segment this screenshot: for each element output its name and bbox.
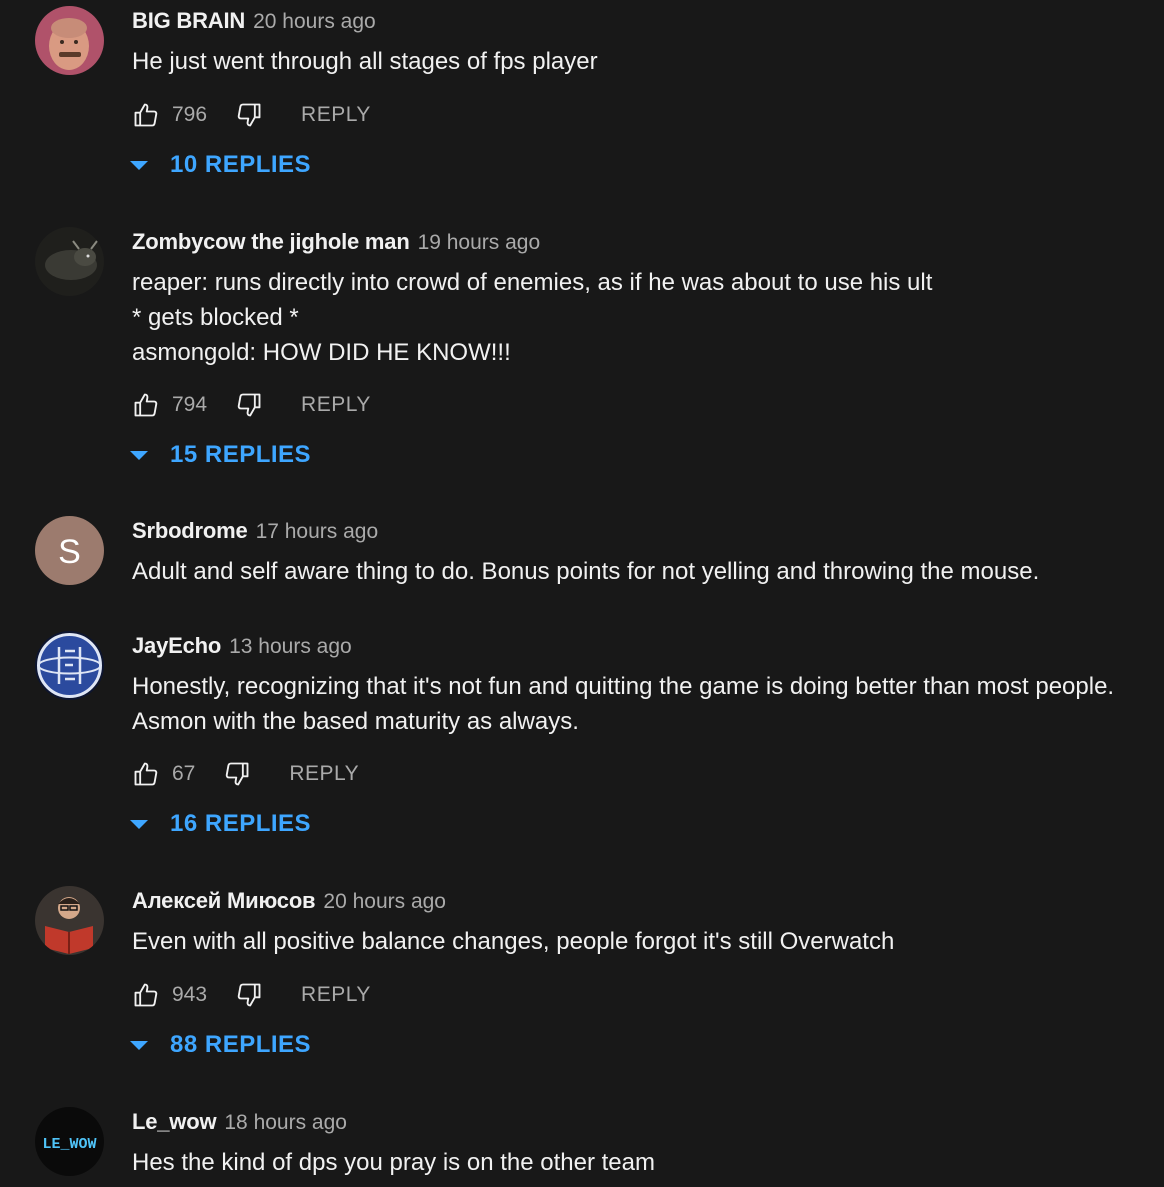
dislike-button[interactable] — [235, 391, 263, 419]
avatar[interactable]: LE_WOW — [35, 1107, 104, 1176]
like-button[interactable] — [132, 760, 160, 788]
comment-actions: 67 REPLY — [132, 759, 359, 789]
comment-actions: 943 REPLY — [132, 980, 371, 1010]
avatar-logo-text: LE_WOW — [42, 1136, 96, 1153]
replies-label: 10 REPLIES — [170, 151, 312, 178]
thumbs-down-icon — [237, 393, 261, 417]
comment-line: Adult and self aware thing to do. Bonus … — [132, 558, 1040, 585]
comment-text: reaper: runs directly into crowd of enem… — [132, 265, 932, 370]
comment-timestamp[interactable]: 13 hours ago — [229, 635, 352, 659]
like-count: 796 — [172, 103, 208, 126]
reply-button[interactable]: REPLY — [301, 103, 371, 127]
author-name[interactable]: Srbodrome — [132, 518, 248, 544]
thumbs-up-icon — [134, 762, 158, 786]
comment-text: Adult and self aware thing to do. Bonus … — [132, 554, 1039, 589]
author-name[interactable]: BIG BRAIN — [132, 8, 245, 34]
thumbs-down-icon — [237, 103, 261, 127]
comment-timestamp[interactable]: 17 hours ago — [256, 520, 379, 544]
like-button[interactable] — [132, 981, 160, 1009]
dislike-button[interactable] — [223, 760, 251, 788]
comment-actions: 796 REPLY — [132, 100, 371, 130]
avatar[interactable] — [35, 886, 104, 955]
comment-text: He just went through all stages of fps p… — [132, 44, 598, 79]
reply-button[interactable]: REPLY — [289, 762, 359, 786]
replies-label: 88 REPLIES — [170, 1031, 312, 1058]
caret-down-icon — [130, 819, 148, 829]
like-button[interactable] — [132, 391, 160, 419]
thumbs-up-icon — [134, 103, 158, 127]
replies-label: 16 REPLIES — [170, 810, 312, 837]
dislike-button[interactable] — [235, 101, 263, 129]
dislike-button[interactable] — [235, 981, 263, 1009]
reply-button[interactable]: REPLY — [301, 393, 371, 417]
avatar[interactable] — [35, 227, 104, 296]
avatar[interactable]: S — [35, 516, 104, 585]
caret-down-icon — [130, 450, 148, 460]
view-replies-button[interactable]: 16 REPLIES — [130, 809, 311, 839]
thumbs-up-icon — [134, 983, 158, 1007]
comment-line: Hes the kind of dps you pray is on the o… — [132, 1149, 655, 1176]
comment-timestamp[interactable]: 20 hours ago — [323, 890, 446, 914]
comment-line: He just went through all stages of fps p… — [132, 48, 598, 75]
thumbs-up-icon — [134, 393, 158, 417]
comment-line: asmongold: HOW DID HE KNOW!!! — [132, 339, 511, 366]
author-name[interactable]: Le_wow — [132, 1109, 217, 1135]
author-name[interactable]: Алексей Миюсов — [132, 888, 316, 914]
reply-button[interactable]: REPLY — [301, 983, 371, 1007]
caret-down-icon — [130, 160, 148, 170]
comment-timestamp[interactable]: 20 hours ago — [253, 10, 376, 34]
view-replies-button[interactable]: 15 REPLIES — [130, 440, 311, 470]
like-count: 67 — [172, 762, 196, 785]
view-replies-button[interactable]: 10 REPLIES — [130, 150, 311, 180]
author-name[interactable]: Zombycow the jighole man — [132, 229, 410, 255]
comment-text: Hes the kind of dps you pray is on the o… — [132, 1145, 655, 1180]
comment-timestamp[interactable]: 18 hours ago — [224, 1111, 347, 1135]
view-replies-button[interactable]: 88 REPLIES — [130, 1030, 311, 1060]
comment-line: Even with all positive balance changes, … — [132, 928, 895, 955]
comment-line: Asmon with the based maturity as always. — [132, 708, 579, 735]
caret-down-icon — [130, 1040, 148, 1050]
author-name[interactable]: JayEcho — [132, 633, 221, 659]
avatar[interactable] — [35, 6, 104, 75]
comment-text: Even with all positive balance changes, … — [132, 924, 894, 959]
comment-line: reaper: runs directly into crowd of enem… — [132, 269, 933, 296]
comment-line: Honestly, recognizing that it's not fun … — [132, 673, 1115, 700]
comment-line: * gets blocked * — [132, 304, 299, 331]
like-count: 794 — [172, 393, 208, 416]
thumbs-down-icon — [237, 983, 261, 1007]
comment-timestamp[interactable]: 19 hours ago — [418, 231, 541, 255]
replies-label: 15 REPLIES — [170, 441, 312, 468]
avatar-letter: S — [58, 533, 81, 571]
comment-text: Honestly, recognizing that it's not fun … — [132, 669, 1114, 739]
avatar[interactable] — [35, 631, 104, 700]
thumbs-down-icon — [226, 762, 249, 786]
comment-actions: 794 REPLY — [132, 390, 371, 420]
like-count: 943 — [172, 983, 208, 1006]
like-button[interactable] — [132, 101, 160, 129]
